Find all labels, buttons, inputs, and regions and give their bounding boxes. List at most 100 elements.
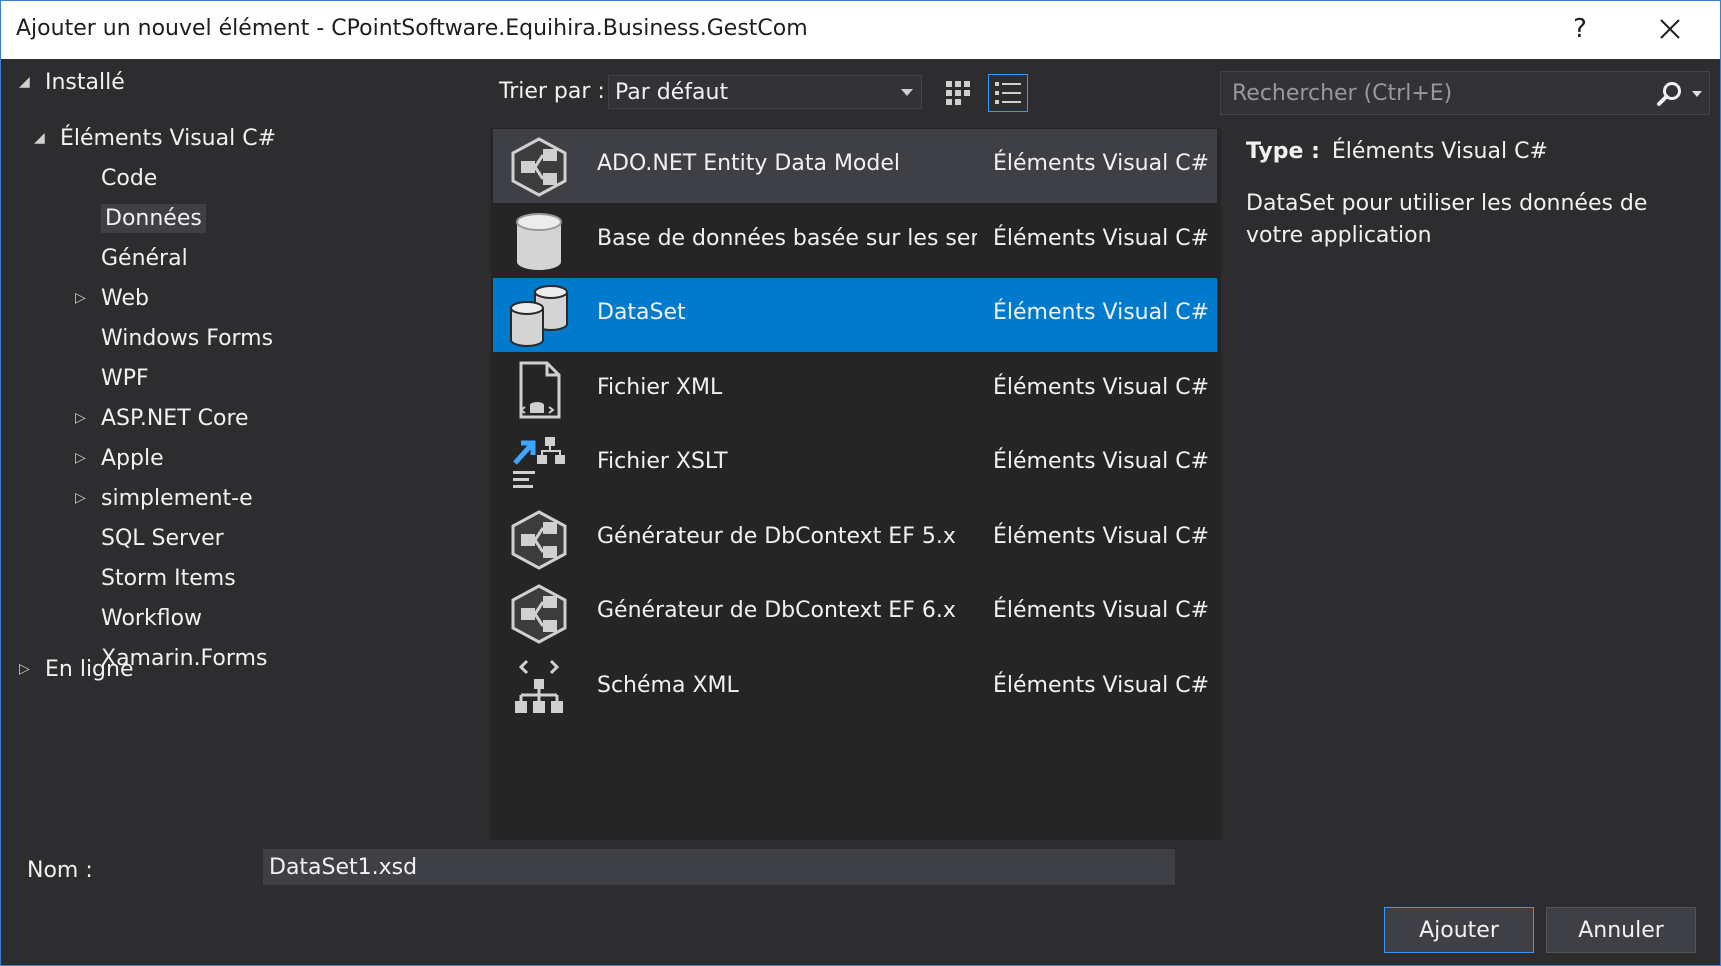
template-name: Générateur de DbContext EF 6.x [597,598,956,623]
name-input[interactable] [263,849,1175,885]
entity-model-icon [507,135,571,199]
template-item[interactable]: Fichier XML Éléments Visual C# [493,353,1217,427]
template-item[interactable]: ADO.NET Entity Data Model Éléments Visual… [493,129,1217,203]
add-new-item-dialog: Ajouter un nouvel élément - CPointSoftwa… [0,0,1721,966]
tree-node-label: Web [101,285,149,311]
sort-value: Par défaut [615,79,729,105]
collapsed-arrow-icon[interactable]: ▷ [75,490,97,506]
tree-node-item[interactable]: Workflow [75,601,202,635]
help-button[interactable]: ? [1557,9,1603,49]
collapsed-arrow-icon[interactable]: ▷ [75,410,97,426]
database-icon [507,210,571,274]
template-name: DataSet [597,300,686,325]
tree-node-label: Apple [101,445,164,471]
entity-model-icon [507,508,571,572]
search-options-chevron-icon[interactable] [1692,91,1702,97]
tree-node-online[interactable]: ▷ En ligne [19,652,134,686]
template-category: Éléments Visual C# [993,449,1210,474]
search-icon[interactable] [1655,80,1683,108]
template-item[interactable]: DataSet Éléments Visual C# [493,278,1217,352]
category-tree: ◢ Installé ◢ Éléments Visual C# Code Donn… [1,59,489,841]
tree-node-visual-cs[interactable]: ◢ Éléments Visual C# [34,121,276,155]
template-category: Éléments Visual C# [993,151,1210,176]
footer: Nom : Ajouter Annuler [1,841,1720,965]
tree-node-label: Général [101,245,188,271]
tree-node-label: Données [101,203,206,233]
template-category: Éléments Visual C# [993,672,1210,698]
tree-node-label: En ligne [45,656,134,682]
tree-node-label: Éléments Visual C# [60,125,277,151]
template-name: Fichier XML [597,374,723,400]
chevron-down-icon [901,89,913,96]
tree-node-item[interactable]: WPF [75,361,149,395]
template-item[interactable]: Générateur de DbContext EF 6.x Éléments V… [493,576,1217,650]
tree-node-item[interactable]: Storm Items [75,561,236,595]
close-icon [1660,19,1680,39]
template-name: Base de données basée sur les ser... [597,225,977,251]
search-box [1220,71,1710,115]
tree-node-item[interactable]: Données [75,201,206,235]
tree-node-label: ASP.NET Core [101,405,249,431]
xml-schema-icon [507,657,571,721]
search-input[interactable] [1230,79,1634,107]
close-button[interactable] [1647,9,1693,49]
tree-node-label: Windows Forms [101,325,274,351]
type-label: Type : [1246,139,1320,164]
list-view-icon [995,82,1021,104]
list-view-button[interactable] [988,74,1028,112]
template-category: Éléments Visual C# [993,225,1210,251]
entity-model-icon [507,582,571,646]
tree-node-label: Code [101,165,158,191]
template-category: Éléments Visual C# [993,374,1210,400]
help-icon: ? [1573,14,1587,44]
template-name: Générateur de DbContext EF 5.x [597,523,956,549]
tree-node-label: simplement-e [101,485,253,511]
medium-icons-view-button[interactable] [938,74,978,112]
template-category: Éléments Visual C# [993,300,1210,325]
tree-node-item[interactable]: ▷ ASP.NET Core [75,401,249,435]
template-item[interactable]: Schéma XML Éléments Visual C# [493,651,1217,725]
type-line: Type : Éléments Visual C# [1246,139,1706,164]
template-item[interactable]: Fichier XSLT Éléments Visual C# [493,427,1217,501]
name-label: Nom : [27,858,93,883]
tree-node-item[interactable]: ▷ simplement-e [75,481,253,515]
template-list: ADO.NET Entity Data Model Éléments Visual… [491,128,1221,840]
template-category: Éléments Visual C# [993,523,1210,549]
sort-dropdown[interactable]: Par défaut [608,75,922,109]
tree-node-installed[interactable]: ◢ Installé [19,65,125,99]
item-description: DataSet pour utiliser les données de vot… [1246,191,1648,248]
dataset-icon [507,284,571,348]
tree-node-label: WPF [101,365,149,391]
window-title: Ajouter un nouvel élément - CPointSoftwa… [16,16,808,41]
tree-node-item[interactable]: ▷ Apple [75,441,164,475]
tree-node-label: SQL Server [101,525,224,551]
template-category: Éléments Visual C# [993,598,1210,623]
title-bar: Ajouter un nouvel élément - CPointSoftwa… [1,1,1720,59]
tree-node-item[interactable]: Windows Forms [75,321,273,355]
expanded-arrow-icon: ◢ [19,74,30,90]
template-item[interactable]: Base de données basée sur les ser... Élém… [493,204,1217,278]
template-name: ADO.NET Entity Data Model [597,151,900,176]
tree-node-item[interactable]: Code [75,161,157,195]
tree-node-label: Storm Items [101,565,236,591]
cancel-button[interactable]: Annuler [1546,907,1696,953]
tree-node-item[interactable]: SQL Server [75,521,224,555]
template-name: Schéma XML [597,672,739,698]
tree-node-label: Installé [45,69,125,95]
collapsed-arrow-icon[interactable]: ▷ [75,290,97,306]
type-value: Éléments Visual C# [1331,139,1548,164]
collapsed-arrow-icon[interactable]: ▷ [75,450,97,466]
xml-file-icon [507,359,571,423]
grid-view-icon [946,81,970,105]
template-item[interactable]: Générateur de DbContext EF 5.x Éléments V… [493,502,1217,576]
expanded-arrow-icon: ◢ [34,130,45,146]
tree-node-item[interactable]: ▷ Web [75,281,149,315]
tree-node-label: Workflow [101,605,203,631]
add-button[interactable]: Ajouter [1384,907,1534,953]
tree-node-item[interactable]: Général [75,241,188,275]
details-panel: Type : Éléments Visual C# DataSet pour ut… [1246,139,1706,252]
collapsed-arrow-icon: ▷ [19,661,30,677]
sort-label: Trier par : [499,79,605,104]
xslt-file-icon [507,433,571,497]
template-name: Fichier XSLT [597,449,728,474]
